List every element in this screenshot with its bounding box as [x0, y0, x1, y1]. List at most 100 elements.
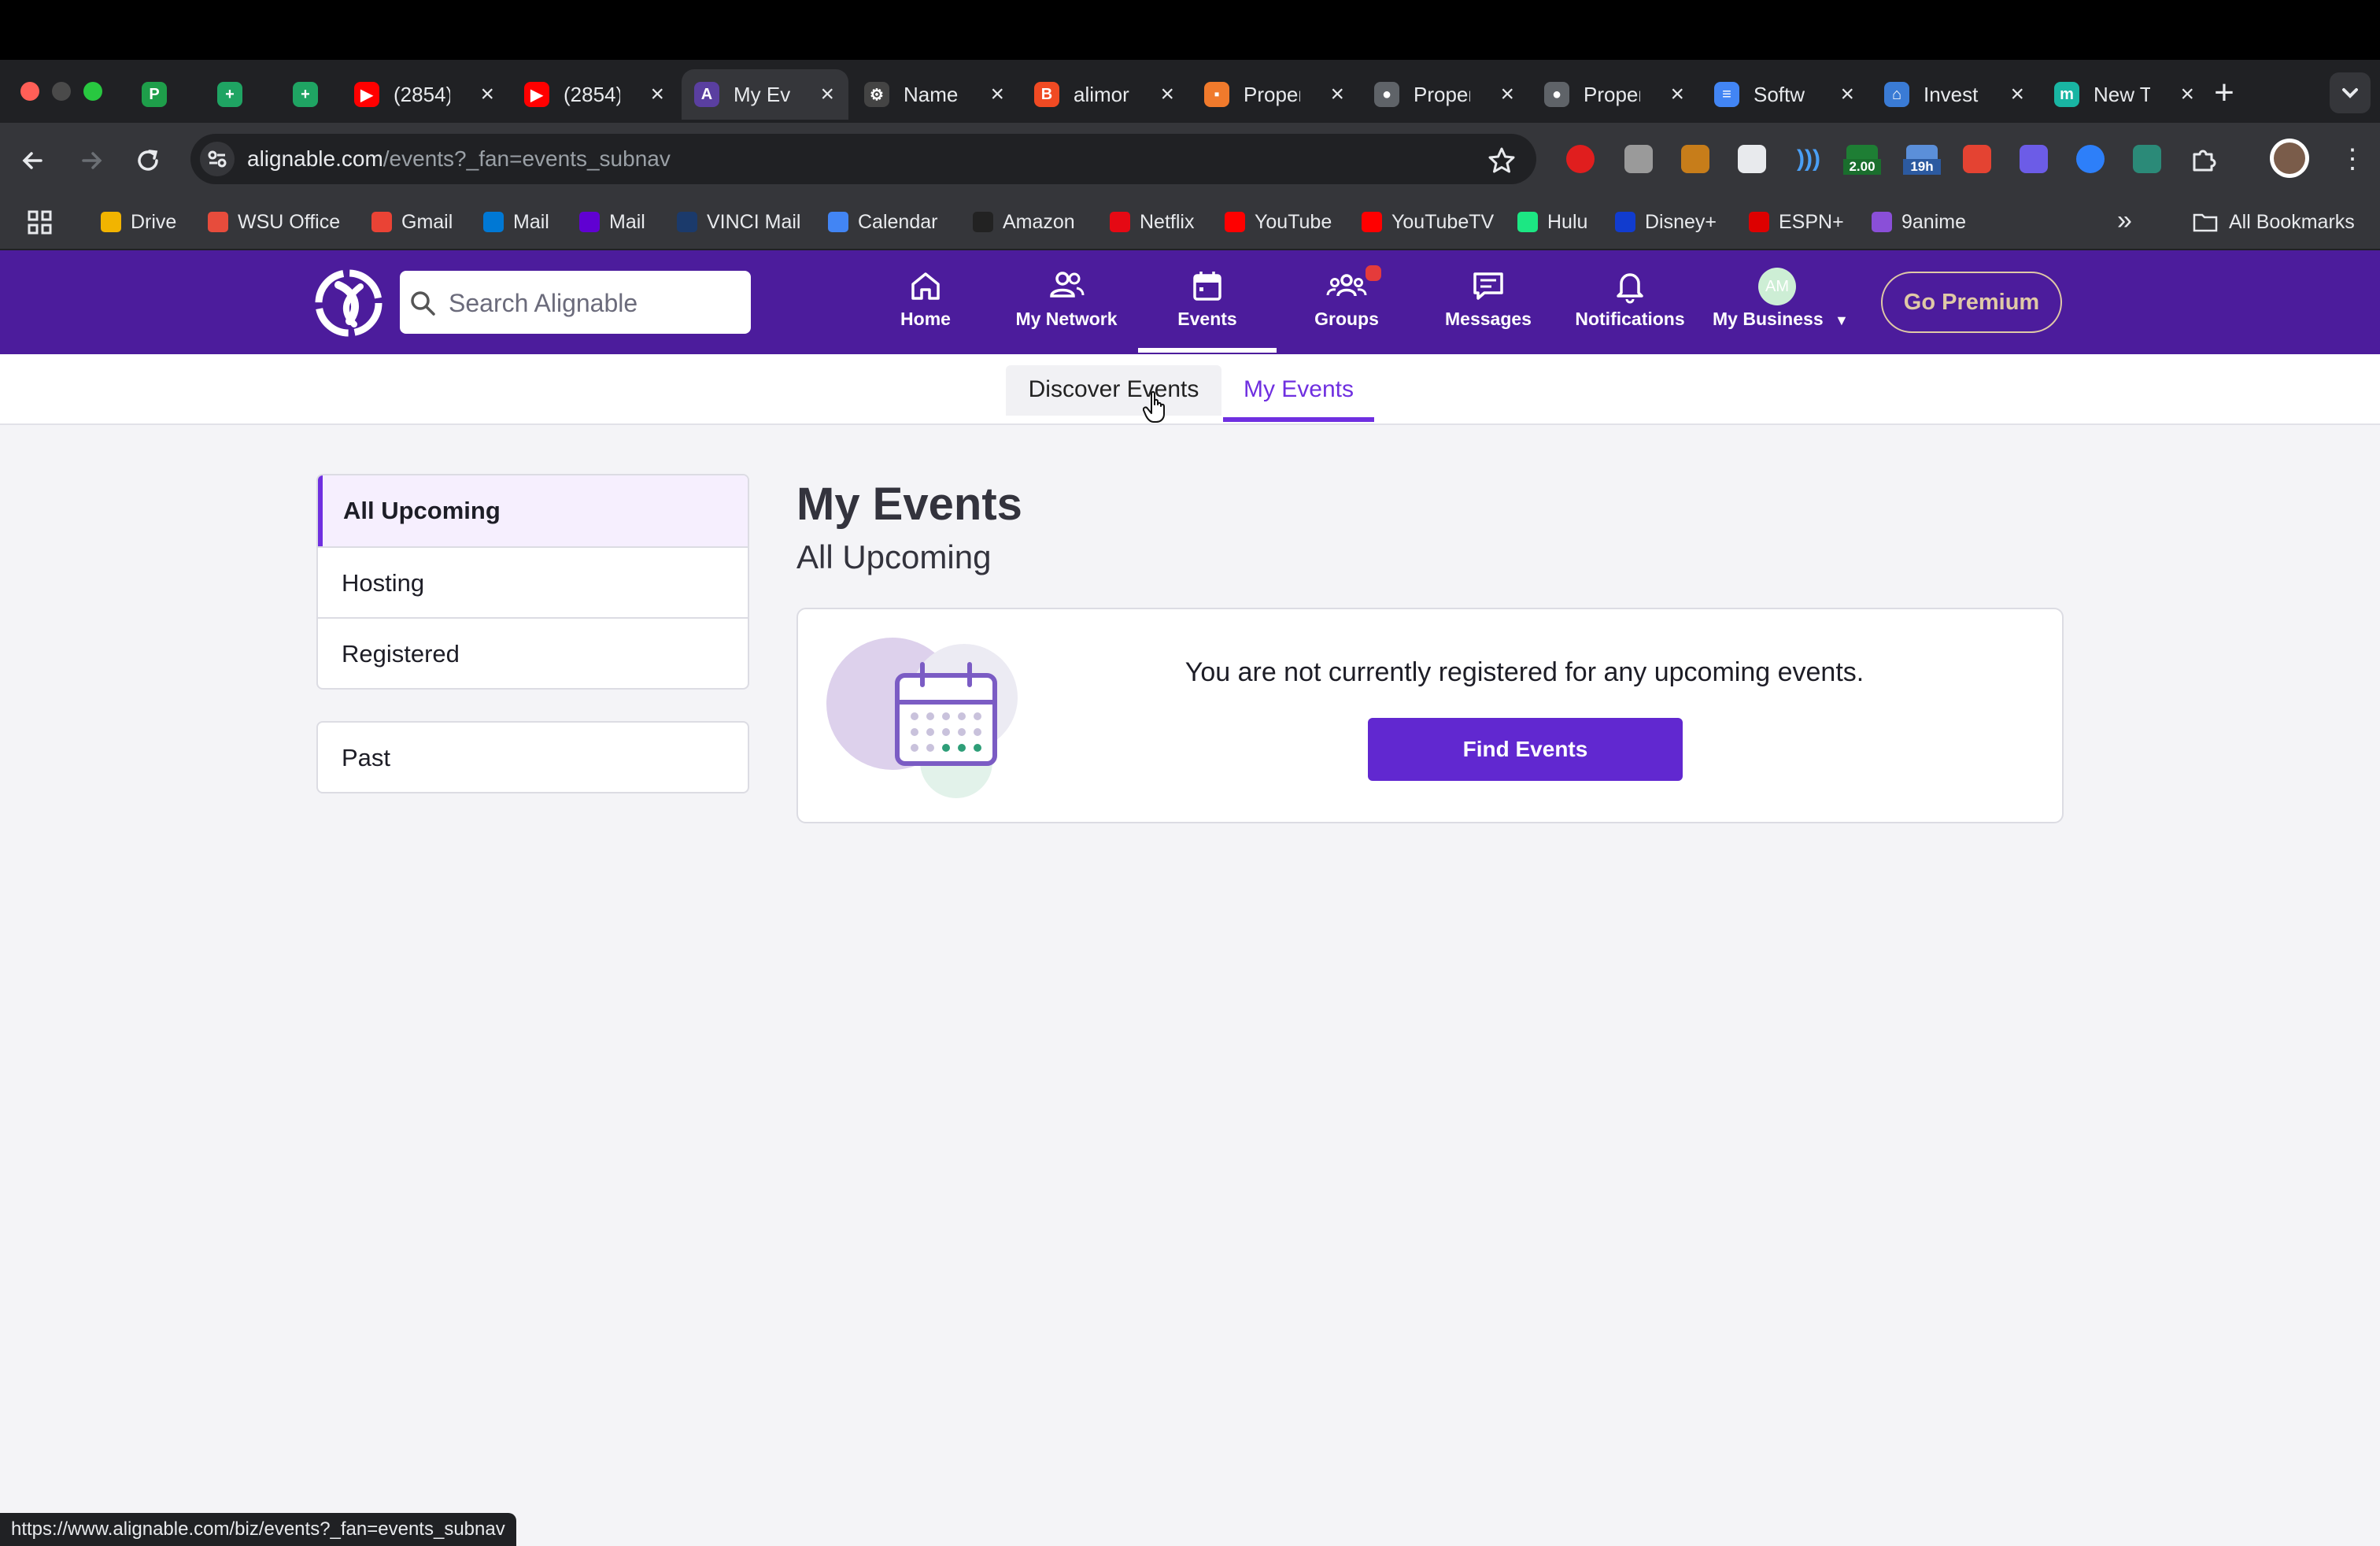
- apps-button[interactable]: [27, 209, 54, 236]
- chevron-down-icon: [2342, 88, 2358, 98]
- bookmark-item[interactable]: Mail: [579, 208, 645, 236]
- browser-tab[interactable]: ⚙ Name ×: [852, 69, 1018, 120]
- menu-item-hosting[interactable]: Hosting: [318, 546, 748, 617]
- adblock-extension-icon[interactable]: [1566, 145, 1595, 173]
- find-events-button[interactable]: Find Events: [1368, 718, 1683, 781]
- browser-tab[interactable]: ● Proper ×: [1362, 69, 1528, 120]
- browser-tab[interactable]: ▪ Proper ×: [1192, 69, 1358, 120]
- reload-button[interactable]: [132, 145, 164, 176]
- profile-avatar[interactable]: [2270, 139, 2309, 178]
- bookmark-item[interactable]: WSU Office: [208, 208, 340, 236]
- window-top-bar: [0, 0, 2380, 60]
- close-tab-icon[interactable]: ×: [480, 80, 494, 109]
- info-extension-icon[interactable]: [2076, 145, 2105, 173]
- s-extension-icon[interactable]: [2133, 145, 2161, 173]
- window-extension-icon[interactable]: [1738, 145, 1766, 173]
- sheets-icon: +: [293, 82, 318, 107]
- maximize-window-button[interactable]: [83, 82, 102, 101]
- browser-tab[interactable]: ▶ (2854) ×: [342, 69, 508, 120]
- bookmark-label: Drive: [131, 210, 177, 233]
- bookmark-item[interactable]: Calendar: [828, 208, 937, 236]
- site-info-button[interactable]: [200, 142, 235, 176]
- openai-icon: ⚙: [864, 82, 889, 107]
- close-window-button[interactable]: [20, 82, 39, 101]
- browser-tab[interactable]: ≡ Softw ×: [1702, 69, 1868, 120]
- bookmark-item[interactable]: ESPN+: [1749, 208, 1844, 236]
- close-tab-icon[interactable]: ×: [1670, 80, 1684, 109]
- nav-home[interactable]: Home: [859, 264, 992, 351]
- close-tab-icon[interactable]: ×: [820, 80, 834, 109]
- menu-item-all-upcoming[interactable]: All Upcoming: [318, 475, 748, 546]
- bookmark-item[interactable]: Hulu: [1517, 208, 1587, 236]
- bookmark-item[interactable]: YouTubeTV: [1362, 208, 1494, 236]
- browser-tab[interactable]: Balimor ×: [1022, 69, 1188, 120]
- browser-tab[interactable]: +: [205, 69, 277, 120]
- nav-events[interactable]: Events: [1140, 264, 1274, 351]
- my-business-text: My Business: [1713, 309, 1824, 329]
- timer-extension-icon[interactable]: 19h: [1903, 145, 1941, 175]
- close-tab-icon[interactable]: ×: [2180, 80, 2194, 109]
- more-bookmarks-button[interactable]: »: [2117, 206, 2132, 235]
- browser-tab[interactable]: P: [129, 69, 201, 120]
- past-events-menu: Past: [316, 721, 749, 793]
- close-tab-icon[interactable]: ×: [1840, 80, 1854, 109]
- nav-notifications[interactable]: Notifications: [1563, 264, 1697, 351]
- camel-extension-icon[interactable]: [1681, 145, 1709, 173]
- bookmark-item[interactable]: Drive: [101, 208, 176, 236]
- price-extension-icon[interactable]: 2.00: [1843, 145, 1881, 175]
- browser-menu-button[interactable]: ⋮: [2339, 143, 2366, 175]
- globe-icon: ●: [1374, 82, 1399, 107]
- browser-tab[interactable]: ▶ (2854) ×: [512, 69, 678, 120]
- todoist-extension-icon[interactable]: [1963, 145, 1991, 173]
- back-button[interactable]: [17, 145, 49, 176]
- bookmark-item[interactable]: Gmail: [371, 208, 453, 236]
- bookmark-label: YouTube: [1255, 210, 1332, 233]
- extension-grey-icon[interactable]: [1624, 145, 1653, 173]
- bookmark-item[interactable]: Mail: [483, 208, 549, 236]
- tab-my-events[interactable]: My Events: [1223, 365, 1374, 416]
- forward-button[interactable]: [76, 145, 107, 176]
- menu-item-past[interactable]: Past: [318, 723, 748, 792]
- nav-groups[interactable]: Groups: [1280, 264, 1414, 351]
- close-tab-icon[interactable]: ×: [650, 80, 664, 109]
- bookmark-label: VINCI Mail: [707, 210, 801, 233]
- close-tab-icon[interactable]: ×: [1160, 80, 1174, 109]
- p-extension-icon[interactable]: [2020, 145, 2048, 173]
- bookmark-item[interactable]: VINCI Mail: [677, 208, 800, 236]
- bookmark-item[interactable]: Netflix: [1110, 208, 1194, 236]
- browser-tab[interactable]: m New T ×: [2042, 69, 2208, 120]
- bookmark-star-button[interactable]: [1486, 145, 1517, 176]
- minimize-window-button[interactable]: [52, 82, 71, 101]
- caret-down-icon: ▼: [1835, 313, 1849, 328]
- all-bookmarks-button[interactable]: All Bookmarks: [2193, 208, 2355, 236]
- nav-messages[interactable]: Messages: [1421, 264, 1555, 351]
- bookmark-label: WSU Office: [238, 210, 341, 233]
- youtube-icon: [1362, 212, 1382, 232]
- browser-tab[interactable]: A My Ev ×: [682, 69, 848, 120]
- bookmark-item[interactable]: Disney+: [1615, 208, 1717, 236]
- go-premium-button[interactable]: Go Premium: [1881, 272, 2062, 333]
- nav-my-network[interactable]: My Network: [1000, 264, 1133, 351]
- close-tab-icon[interactable]: ×: [1500, 80, 1514, 109]
- browser-tab[interactable]: ● Proper ×: [1532, 69, 1698, 120]
- extensions-button[interactable]: [2188, 143, 2219, 175]
- events-filter-menu: All Upcoming Hosting Registered: [316, 474, 749, 690]
- alignable-logo-icon: [315, 269, 382, 337]
- browser-tab[interactable]: ⌂ Invest ×: [1872, 69, 2038, 120]
- close-tab-icon[interactable]: ×: [990, 80, 1004, 109]
- arrow-right-icon: [82, 152, 102, 169]
- nav-my-business[interactable]: AM My Business ▼: [1709, 264, 1849, 351]
- bookmark-item[interactable]: Amazon: [973, 208, 1075, 236]
- alignable-logo[interactable]: [315, 269, 382, 337]
- tab-discover-events[interactable]: Discover Events: [1006, 365, 1221, 416]
- tab-title: Proper: [1584, 82, 1640, 106]
- tab-search-button[interactable]: [2330, 72, 2371, 113]
- bookmark-item[interactable]: 9anime: [1872, 208, 1966, 236]
- menu-item-registered[interactable]: Registered: [318, 617, 748, 688]
- bookmark-item[interactable]: YouTube: [1225, 208, 1332, 236]
- close-tab-icon[interactable]: ×: [1330, 80, 1344, 109]
- new-tab-button[interactable]: +: [2205, 76, 2243, 113]
- close-tab-icon[interactable]: ×: [2010, 80, 2024, 109]
- wifi-extension-icon[interactable]: ))): [1794, 145, 1823, 173]
- apps-grid-icon: [28, 210, 52, 235]
